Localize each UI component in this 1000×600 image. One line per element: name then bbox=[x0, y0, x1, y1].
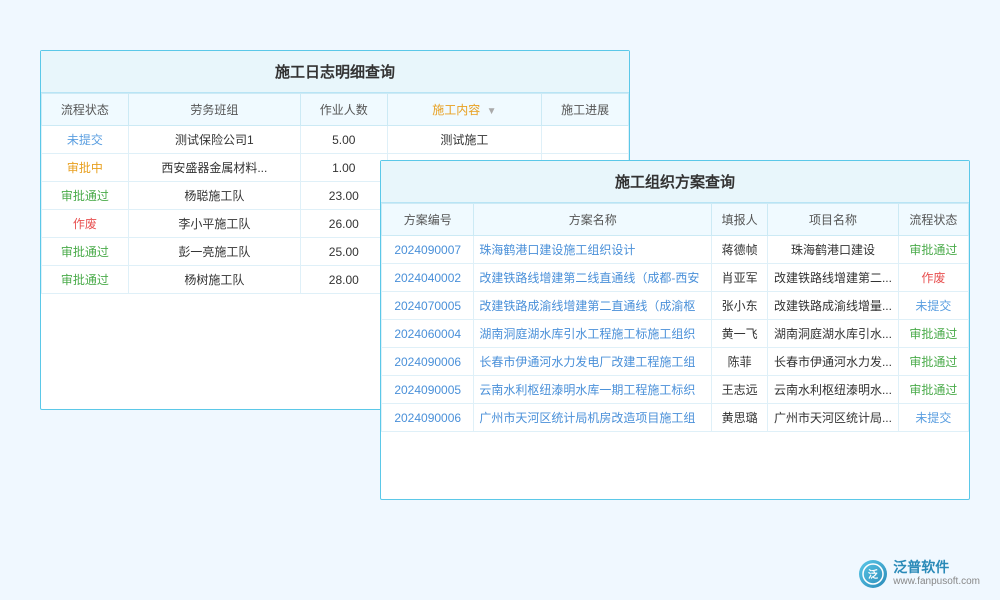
sort-icon: ▼ bbox=[487, 106, 497, 117]
plan-cell-status: 未提交 bbox=[898, 404, 968, 432]
plan-table-row: 2024090007 珠海鹤港口建设施工组织设计 蒋德帧 珠海鹤港口建设 审批通… bbox=[382, 236, 969, 264]
log-cell-team: 测试保险公司1 bbox=[128, 126, 300, 154]
plan-table-row: 2024040002 改建铁路线增建第二线直通线（成都-西安 肖亚军 改建铁路线… bbox=[382, 264, 969, 292]
logo-sub-text: www.fanpusoft.com bbox=[893, 576, 980, 588]
plan-cell-status: 审批通过 bbox=[898, 348, 968, 376]
plan-cell-code[interactable]: 2024090007 bbox=[382, 236, 474, 264]
plan-cell-project: 改建铁路线增建第二... bbox=[768, 264, 899, 292]
plan-table-row: 2024060004 湖南洞庭湖水库引水工程施工标施工组织 黄一飞 湖南洞庭湖水… bbox=[382, 320, 969, 348]
plan-cell-reporter: 张小东 bbox=[712, 292, 768, 320]
plan-cell-code[interactable]: 2024090006 bbox=[382, 404, 474, 432]
plan-table-row: 2024090006 长春市伊通河水力发电厂改建工程施工组 陈菲 长春市伊通河水… bbox=[382, 348, 969, 376]
plan-cell-project: 云南水利枢纽溙明水... bbox=[768, 376, 899, 404]
plan-col-status: 流程状态 bbox=[898, 204, 968, 236]
log-cell-workers: 5.00 bbox=[300, 126, 387, 154]
plan-table-row: 2024090005 云南水利枢纽溙明水库一期工程施工标织 王志远 云南水利枢纽… bbox=[382, 376, 969, 404]
plan-cell-reporter: 陈菲 bbox=[712, 348, 768, 376]
plan-col-reporter: 填报人 bbox=[712, 204, 768, 236]
log-cell-workers: 23.00 bbox=[300, 182, 387, 210]
plan-cell-code[interactable]: 2024070005 bbox=[382, 292, 474, 320]
log-panel-title: 施工日志明细查询 bbox=[41, 51, 629, 93]
plan-cell-project: 改建铁路成渝线增量... bbox=[768, 292, 899, 320]
plan-cell-status: 审批通过 bbox=[898, 376, 968, 404]
plan-cell-project: 长春市伊通河水力发... bbox=[768, 348, 899, 376]
log-cell-workers: 28.00 bbox=[300, 266, 387, 294]
log-cell-status: 审批通过 bbox=[42, 266, 129, 294]
plan-col-name: 方案名称 bbox=[474, 204, 712, 236]
plan-cell-code[interactable]: 2024040002 bbox=[382, 264, 474, 292]
plan-col-code: 方案编号 bbox=[382, 204, 474, 236]
log-col-content[interactable]: 施工内容 ▼ bbox=[387, 94, 541, 126]
log-cell-team: 杨聪施工队 bbox=[128, 182, 300, 210]
plan-cell-name[interactable]: 长春市伊通河水力发电厂改建工程施工组 bbox=[474, 348, 712, 376]
logo-area: 泛 泛普软件 www.fanpusoft.com bbox=[859, 559, 980, 588]
log-col-progress: 施工进展 bbox=[542, 94, 629, 126]
log-col-status: 流程状态 bbox=[42, 94, 129, 126]
log-cell-workers: 26.00 bbox=[300, 210, 387, 238]
plan-cell-reporter: 黄思璐 bbox=[712, 404, 768, 432]
plan-cell-reporter: 王志远 bbox=[712, 376, 768, 404]
fanpu-logo-svg: 泛 bbox=[862, 563, 884, 585]
plan-table: 方案编号 方案名称 填报人 项目名称 流程状态 2024090007 珠海鹤港口… bbox=[381, 203, 969, 432]
plan-cell-name[interactable]: 珠海鹤港口建设施工组织设计 bbox=[474, 236, 712, 264]
log-cell-status: 审批中 bbox=[42, 154, 129, 182]
log-cell-team: 西安盛器金属材料... bbox=[128, 154, 300, 182]
plan-cell-name[interactable]: 广州市天河区统计局机房改造项目施工组 bbox=[474, 404, 712, 432]
plan-cell-code[interactable]: 2024060004 bbox=[382, 320, 474, 348]
log-cell-workers: 1.00 bbox=[300, 154, 387, 182]
log-cell-team: 杨树施工队 bbox=[128, 266, 300, 294]
logo-text-block: 泛普软件 www.fanpusoft.com bbox=[893, 559, 980, 588]
log-table-row: 未提交 测试保险公司1 5.00 测试施工 bbox=[42, 126, 629, 154]
log-cell-workers: 25.00 bbox=[300, 238, 387, 266]
log-cell-status: 审批通过 bbox=[42, 238, 129, 266]
plan-cell-code[interactable]: 2024090005 bbox=[382, 376, 474, 404]
plan-table-row: 2024070005 改建铁路成渝线增建第二直通线（成渝枢 张小东 改建铁路成渝… bbox=[382, 292, 969, 320]
log-cell-status: 未提交 bbox=[42, 126, 129, 154]
plan-cell-project: 湖南洞庭湖水库引水... bbox=[768, 320, 899, 348]
plan-cell-status: 审批通过 bbox=[898, 236, 968, 264]
log-cell-status: 审批通过 bbox=[42, 182, 129, 210]
log-col-workers: 作业人数 bbox=[300, 94, 387, 126]
plan-panel: 施工组织方案查询 方案编号 方案名称 填报人 项目名称 流程状态 2024090… bbox=[380, 160, 970, 500]
log-cell-team: 李小平施工队 bbox=[128, 210, 300, 238]
logo-main-text: 泛普软件 bbox=[893, 559, 980, 576]
plan-col-project: 项目名称 bbox=[768, 204, 899, 236]
log-col-team: 劳务班组 bbox=[128, 94, 300, 126]
plan-cell-name[interactable]: 云南水利枢纽溙明水库一期工程施工标织 bbox=[474, 376, 712, 404]
plan-cell-reporter: 肖亚军 bbox=[712, 264, 768, 292]
log-cell-status: 作废 bbox=[42, 210, 129, 238]
plan-cell-project: 珠海鹤港口建设 bbox=[768, 236, 899, 264]
plan-cell-reporter: 蒋德帧 bbox=[712, 236, 768, 264]
logo-icon: 泛 bbox=[859, 560, 887, 588]
log-cell-team: 彭一亮施工队 bbox=[128, 238, 300, 266]
plan-cell-status: 未提交 bbox=[898, 292, 968, 320]
plan-cell-project: 广州市天河区统计局... bbox=[768, 404, 899, 432]
log-cell-progress bbox=[542, 126, 629, 154]
plan-cell-status: 作废 bbox=[898, 264, 968, 292]
plan-cell-status: 审批通过 bbox=[898, 320, 968, 348]
plan-cell-code[interactable]: 2024090006 bbox=[382, 348, 474, 376]
plan-cell-name[interactable]: 改建铁路成渝线增建第二直通线（成渝枢 bbox=[474, 292, 712, 320]
plan-cell-name[interactable]: 湖南洞庭湖水库引水工程施工标施工组织 bbox=[474, 320, 712, 348]
svg-text:泛: 泛 bbox=[868, 568, 878, 581]
log-cell-content: 测试施工 bbox=[387, 126, 541, 154]
plan-cell-reporter: 黄一飞 bbox=[712, 320, 768, 348]
plan-cell-name[interactable]: 改建铁路线增建第二线直通线（成都-西安 bbox=[474, 264, 712, 292]
plan-table-row: 2024090006 广州市天河区统计局机房改造项目施工组 黄思璐 广州市天河区… bbox=[382, 404, 969, 432]
plan-panel-title: 施工组织方案查询 bbox=[381, 161, 969, 203]
